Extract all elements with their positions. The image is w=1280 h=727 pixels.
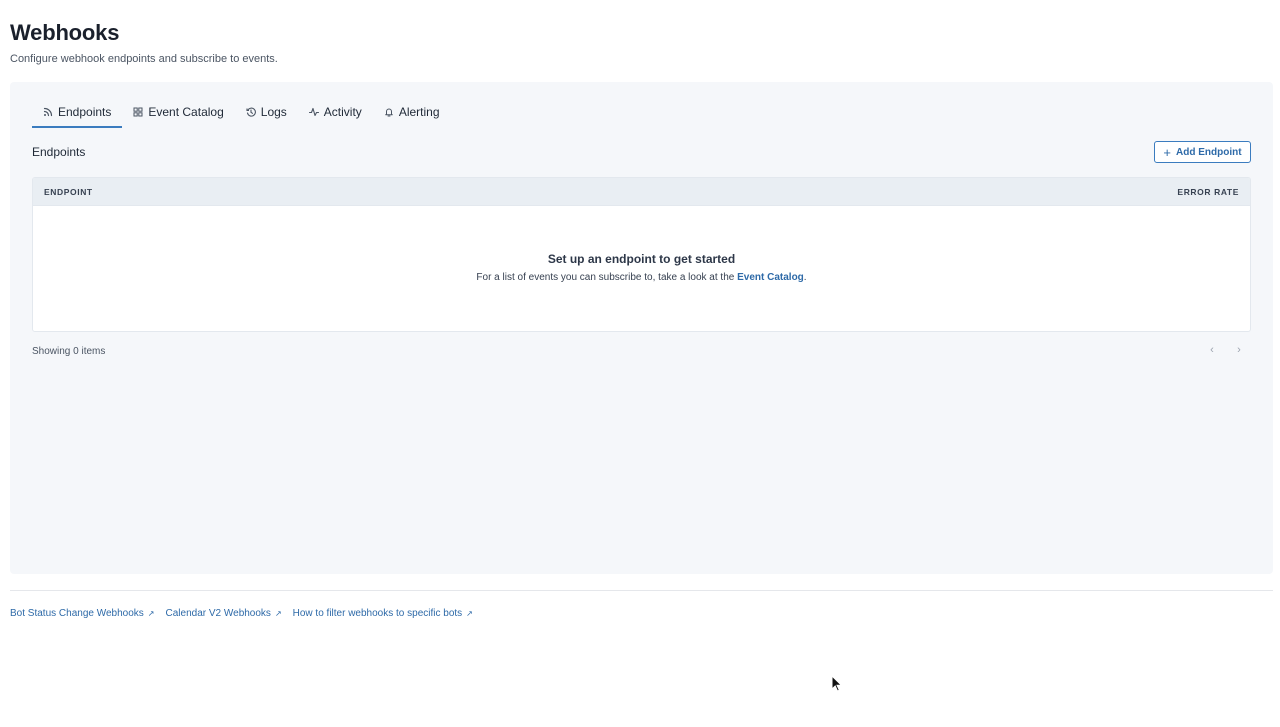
tab-label: Activity — [323, 105, 362, 119]
mouse-cursor-icon — [831, 675, 843, 692]
footer-divider — [10, 590, 1273, 591]
plus-icon: + — [1163, 144, 1172, 160]
add-endpoint-label: Add Endpoint — [1176, 146, 1242, 158]
empty-state-text: For a list of events you can subscribe t… — [33, 272, 1250, 283]
webhooks-panel: Endpoints Event Catalog Logs Activity Al… — [10, 82, 1273, 574]
tab-event-catalog[interactable]: Event Catalog — [122, 96, 234, 128]
footer-links: Bot Status Change Webhooks ↗ Calendar V2… — [10, 608, 484, 619]
items-count: Showing 0 items — [32, 346, 106, 357]
tab-activity[interactable]: Activity — [298, 96, 373, 128]
external-link-icon: ↗ — [274, 609, 282, 618]
column-header-error-rate: ERROR RATE — [1177, 186, 1239, 197]
rss-icon — [43, 107, 53, 117]
footer-link-calendar-v2[interactable]: Calendar V2 Webhooks ↗ — [166, 608, 282, 619]
empty-state-title: Set up an endpoint to get started — [547, 252, 736, 266]
previous-page-button[interactable]: ‹ — [1202, 340, 1222, 360]
tab-label: Endpoints — [58, 105, 112, 119]
table-header: ENDPOINT ERROR RATE — [33, 178, 1250, 206]
history-icon — [246, 107, 256, 117]
grid-icon — [133, 107, 143, 117]
chevron-right-icon: › — [1237, 344, 1241, 356]
endpoints-section-title: Endpoints — [32, 145, 86, 159]
footer-link-label: Calendar V2 Webhooks — [165, 608, 271, 619]
empty-state-prefix: For a list of events you can subscribe t… — [476, 272, 735, 283]
add-endpoint-button[interactable]: + Add Endpoint — [1154, 141, 1251, 163]
tab-logs[interactable]: Logs — [235, 96, 298, 128]
footer-link-filter-bots[interactable]: How to filter webhooks to specific bots … — [293, 608, 473, 619]
footer-link-label: How to filter webhooks to specific bots — [292, 608, 463, 619]
event-catalog-link[interactable]: Event Catalog — [737, 272, 804, 283]
external-link-icon: ↗ — [147, 609, 155, 618]
next-page-button[interactable]: › — [1229, 340, 1249, 360]
chevron-left-icon: ‹ — [1210, 344, 1214, 356]
activity-icon — [308, 107, 319, 117]
endpoints-table: ENDPOINT ERROR RATE Set up an endpoint t… — [32, 177, 1251, 332]
page-subtitle: Configure webhook endpoints and subscrib… — [10, 53, 278, 65]
tab-label: Logs — [260, 105, 287, 119]
tab-bar: Endpoints Event Catalog Logs Activity Al… — [32, 96, 451, 128]
tab-label: Alerting — [398, 105, 440, 119]
tab-endpoints[interactable]: Endpoints — [32, 96, 123, 128]
empty-state-suffix: . — [803, 272, 807, 283]
external-link-icon: ↗ — [466, 609, 473, 618]
page-title: Webhooks — [10, 20, 120, 45]
footer-link-label: Bot Status Change Webhooks — [10, 608, 144, 619]
tab-alerting[interactable]: Alerting — [373, 96, 451, 128]
footer-link-bot-status[interactable]: Bot Status Change Webhooks ↗ — [10, 608, 155, 619]
bell-icon — [384, 107, 394, 117]
tab-label: Event Catalog — [148, 105, 224, 119]
column-header-endpoint: ENDPOINT — [44, 186, 93, 197]
